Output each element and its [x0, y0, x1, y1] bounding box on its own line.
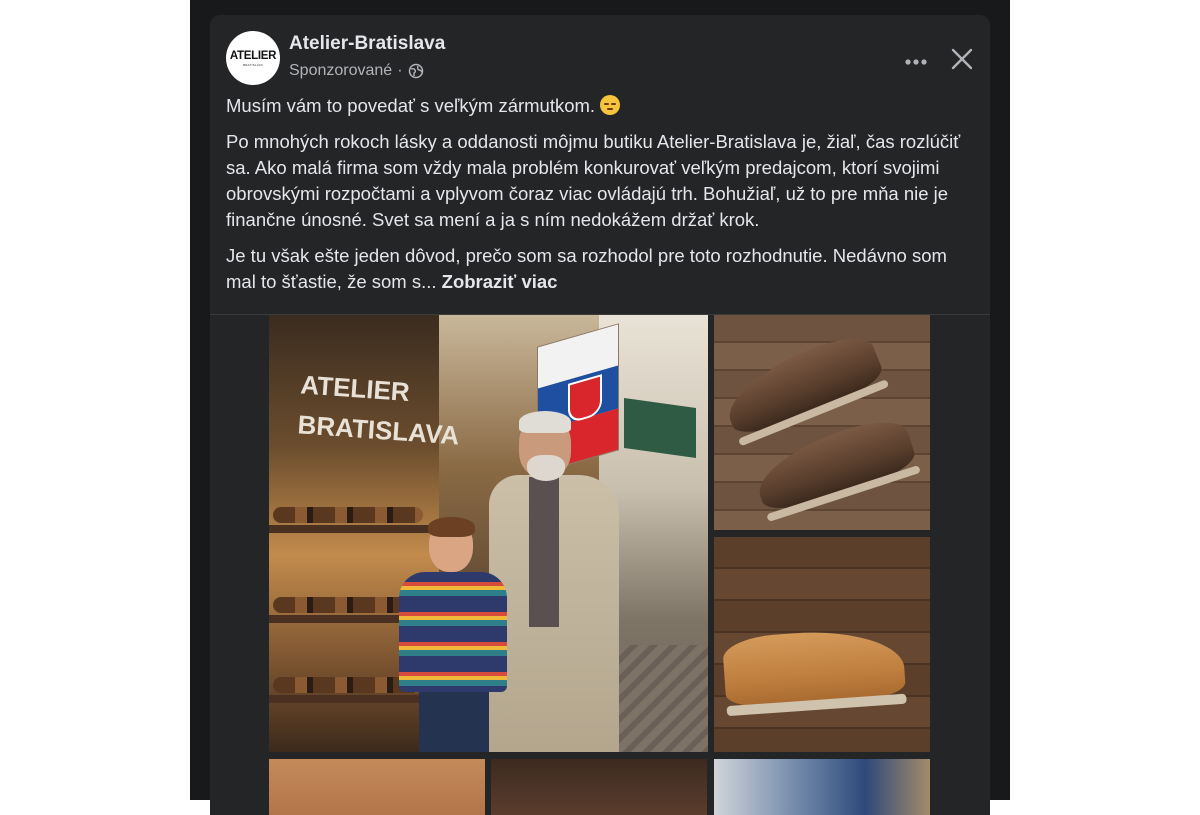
photo-worn-shoes[interactable] — [714, 759, 930, 815]
globe-icon[interactable] — [408, 63, 424, 79]
more-options-button[interactable] — [898, 43, 934, 79]
shop-sign: ATELIER BRATISLAVA — [296, 364, 463, 455]
photo-gallery: ATELIER BRATISLAVA — [269, 315, 930, 815]
photo-shop-street[interactable]: ATELIER BRATISLAVA — [269, 315, 708, 752]
photo-brown-oxfords[interactable] — [714, 315, 930, 530]
chukka-boot — [721, 625, 907, 717]
post-header: ATELIER BRATISLAVA Atelier-Bratislava Sp… — [226, 31, 974, 87]
photo-dark-leather[interactable] — [491, 759, 707, 815]
page-avatar[interactable]: ATELIER BRATISLAVA — [226, 31, 280, 85]
meta-separator: · — [397, 62, 403, 79]
avatar-logo-subtext: BRATISLAVA — [243, 62, 263, 67]
page-name-link[interactable]: Atelier-Bratislava — [289, 33, 445, 55]
hide-post-button[interactable] — [944, 43, 980, 79]
green-awning — [624, 397, 696, 459]
elderly-man — [489, 411, 629, 752]
post-paragraph-3: Je tu však ešte jeden dôvod, prečo som s… — [226, 245, 947, 292]
photo-leather-detail[interactable] — [269, 759, 485, 815]
close-icon — [951, 48, 973, 75]
post-meta: Sponzorované · — [289, 62, 424, 80]
post-paragraph-1: Musím vám to povedať s veľkým zármutkom. — [226, 93, 971, 119]
feed-column: ATELIER BRATISLAVA Atelier-Bratislava Sp… — [190, 0, 1010, 815]
pensive-face-emoji — [600, 95, 621, 115]
young-boy — [399, 517, 509, 752]
oxford-shoe — [716, 327, 890, 447]
avatar-logo-text: ATELIER — [229, 49, 277, 62]
ellipsis-icon — [905, 52, 927, 70]
post-message: Musím vám to povedať s veľkým zármutkom.… — [226, 93, 971, 305]
sponsored-label[interactable]: Sponzorované — [289, 62, 392, 80]
see-more-link[interactable]: Zobraziť viac — [442, 271, 558, 292]
photo-tan-chukka-boots[interactable] — [714, 537, 930, 752]
sponsored-post: ATELIER BRATISLAVA Atelier-Bratislava Sp… — [210, 15, 990, 815]
post-paragraph-2: Po mnohých rokoch lásky a oddanosti môjm… — [226, 131, 961, 230]
